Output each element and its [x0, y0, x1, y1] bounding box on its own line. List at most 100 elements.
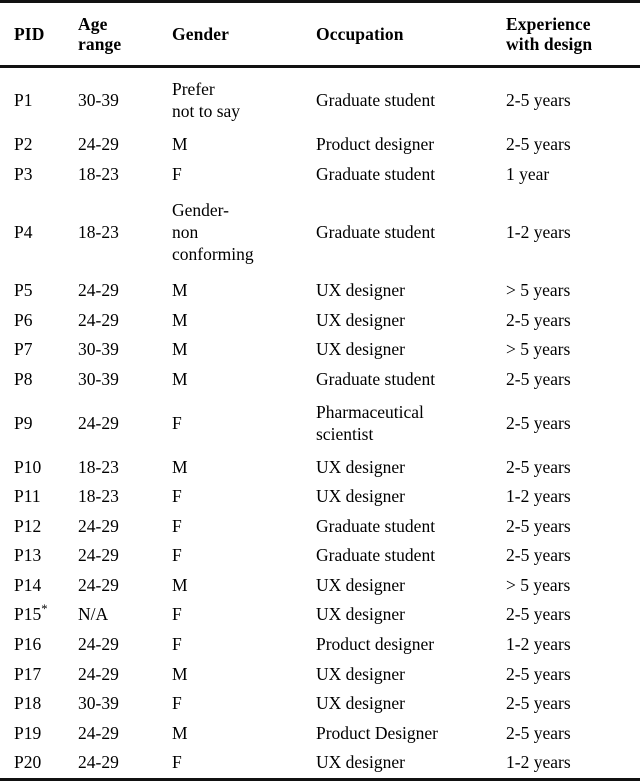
cell-age-range: 30-39 — [78, 90, 119, 111]
cell-experience: 1-2 years — [486, 748, 640, 781]
cell-pid: P15* — [14, 602, 48, 625]
cell-experience: 1-2 years — [506, 634, 571, 655]
cell-experience: 2-5 years — [506, 90, 571, 111]
cell-gender: F — [154, 748, 296, 781]
cell-gender: Prefer not to say — [172, 79, 241, 121]
table-row: P17 24-29 M UX designer 2-5 years — [0, 660, 640, 690]
cell-experience: 2-5 years — [506, 545, 571, 566]
cell-pid: P8 — [14, 368, 33, 389]
cell-age-range: N/A — [78, 604, 109, 625]
cell-occupation: UX designer — [316, 456, 405, 477]
table-row: P15* N/A F UX designer 2-5 years — [0, 601, 640, 631]
table-row: P3 18-23 F Graduate student 1 year — [0, 160, 640, 190]
cell-occupation: Graduate student — [316, 163, 436, 184]
cell-gender: M — [172, 339, 188, 360]
cell-age-range: 24-29 — [78, 722, 119, 743]
cell-age-range: 24-29 — [78, 545, 119, 566]
cell-occupation: UX designer — [316, 574, 405, 595]
participants-table-container: PID Age range Gender Occupation Experien… — [0, 0, 640, 781]
cell-pid: P14 — [14, 574, 42, 595]
table-row: P10 18-23 M UX designer 2-5 years — [0, 453, 640, 483]
cell-occupation: Pharmaceutical scientist — [316, 401, 424, 444]
cell-occupation: UX designer — [316, 693, 405, 714]
cell-gender: F — [172, 486, 182, 507]
cell-pid: P4 — [14, 221, 33, 242]
cell-occupation: UX designer — [316, 663, 405, 684]
cell-occupation: UX designer — [316, 309, 405, 330]
cell-pid: P7 — [14, 339, 33, 360]
cell-experience: > 5 years — [506, 339, 571, 360]
cell-pid: P9 — [14, 412, 33, 433]
cell-occupation: Graduate student — [316, 221, 436, 242]
cell-occupation: UX designer — [316, 486, 405, 507]
cell-pid: P2 — [14, 133, 33, 154]
table-header-row: PID Age range Gender Occupation Experien… — [0, 0, 640, 68]
cell-pid: P16 — [14, 634, 42, 655]
table-row: P5 24-29 M UX designer > 5 years — [0, 276, 640, 306]
cell-experience: 2-5 years — [506, 133, 571, 154]
cell-occupation: Graduate student — [316, 368, 436, 389]
column-header-gender: Gender — [154, 0, 296, 68]
cell-pid: P13 — [14, 545, 42, 566]
cell-gender: F — [172, 515, 182, 536]
table-row: P11 18-23 F UX designer 1-2 years — [0, 482, 640, 512]
cell-age-range: 24-29 — [78, 574, 119, 595]
cell-pid: P11 — [14, 486, 41, 507]
cell-gender: M — [172, 368, 188, 389]
cell-occupation: UX designer — [296, 748, 486, 781]
column-header-occupation: Occupation — [296, 0, 486, 68]
cell-pid: P18 — [14, 693, 42, 714]
cell-experience: 1 year — [506, 163, 550, 184]
table-row: P6 24-29 M UX designer 2-5 years — [0, 306, 640, 336]
column-header-experience: Experience with design — [486, 0, 640, 68]
table-row: P2 24-29 M Product designer 2-5 years — [0, 130, 640, 160]
cell-gender: M — [172, 133, 188, 154]
cell-gender: F — [172, 693, 182, 714]
cell-age-range: 18-23 — [78, 163, 119, 184]
cell-age-range: 30-39 — [78, 368, 119, 389]
table-row: P20 24-29 F UX designer 1-2 years — [0, 748, 640, 781]
cell-pid: P3 — [14, 163, 33, 184]
cell-experience: 2-5 years — [506, 368, 571, 389]
table-body: P1 30-39 Prefer not to say Graduate student… — [0, 67, 640, 781]
table-row: P13 24-29 F Graduate student 2-5 years — [0, 541, 640, 571]
cell-pid: P19 — [14, 722, 42, 743]
cell-gender: F — [172, 604, 182, 625]
cell-experience: 2-5 years — [506, 722, 571, 743]
cell-gender: F — [172, 163, 182, 184]
cell-occupation: Product Designer — [316, 722, 438, 743]
cell-gender: F — [172, 545, 182, 566]
cell-gender: F — [172, 412, 182, 433]
cell-experience: 2-5 years — [506, 663, 571, 684]
cell-occupation: Graduate student — [316, 515, 436, 536]
table-row: P9 24-29 F Pharmaceutical scientist 2-5 year… — [0, 395, 640, 453]
table-header: PID Age range Gender Occupation Experien… — [0, 0, 640, 68]
cell-age-range: 24-29 — [78, 412, 119, 433]
cell-age-range: 18-23 — [78, 486, 119, 507]
cell-age-range: 24-29 — [78, 309, 119, 330]
table-row: P1 30-39 Prefer not to say Graduate student… — [0, 67, 640, 131]
table-row: P14 24-29 M UX designer > 5 years — [0, 571, 640, 601]
cell-pid: P17 — [14, 663, 42, 684]
cell-occupation: Product designer — [316, 634, 435, 655]
participants-demographics-table: PID Age range Gender Occupation Experien… — [0, 0, 640, 781]
cell-occupation: UX designer — [316, 339, 405, 360]
cell-experience: > 5 years — [506, 280, 571, 301]
table-row: P4 18-23 Gender- non conforming Graduate st… — [0, 189, 640, 276]
column-header-age-range: Age range — [64, 0, 154, 68]
cell-gender: M — [172, 456, 188, 477]
table-row: P19 24-29 M Product Designer 2-5 years — [0, 719, 640, 749]
cell-gender: Gender- non conforming — [172, 200, 254, 264]
cell-occupation: UX designer — [316, 604, 405, 625]
cell-experience: 2-5 years — [506, 604, 571, 625]
column-header-pid: PID — [0, 0, 64, 68]
cell-gender: F — [172, 634, 182, 655]
table-row: P16 24-29 F Product designer 1-2 years — [0, 630, 640, 660]
table-row: P18 30-39 F UX designer 2-5 years — [0, 689, 640, 719]
cell-gender: M — [172, 574, 188, 595]
cell-pid: P6 — [14, 309, 33, 330]
cell-occupation: Graduate student — [316, 90, 436, 111]
cell-experience: 2-5 years — [506, 309, 571, 330]
cell-age-range: 24-29 — [78, 634, 119, 655]
cell-experience: 2-5 years — [506, 515, 571, 536]
